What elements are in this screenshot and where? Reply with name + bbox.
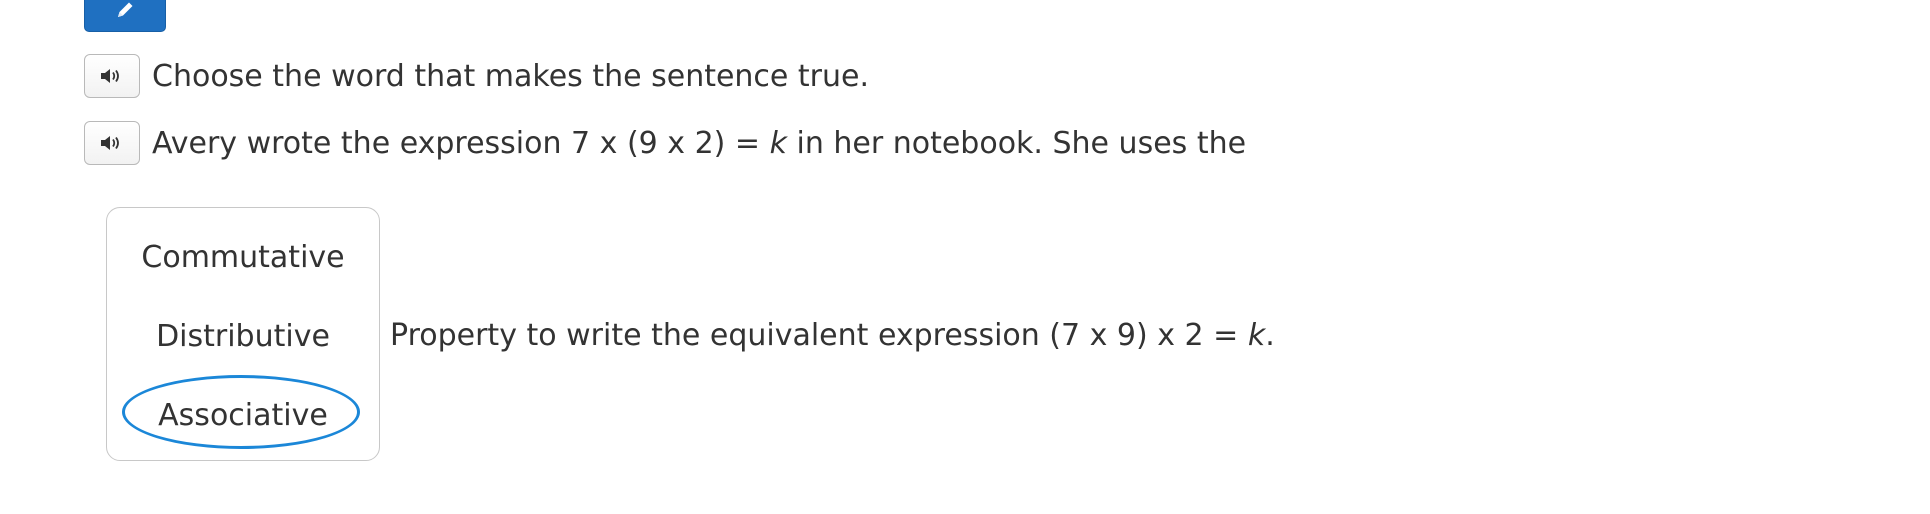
instruction-text: Choose the word that makes the sentence …: [152, 58, 870, 94]
sentence-start: Avery wrote the expression 7 x (9 x 2) =: [152, 125, 770, 161]
sentence-mid: in her notebook. She uses the: [786, 125, 1247, 161]
sentence-continuation: Property to write the equivalent express…: [390, 316, 1275, 356]
variable-k: k: [769, 125, 787, 161]
choice-associative[interactable]: Associative: [107, 396, 379, 436]
answer-choice-box: Commutative Distributive Associative: [106, 207, 380, 461]
sentence-line: Avery wrote the expression 7 x (9 x 2) =…: [84, 121, 1246, 165]
pencil-icon: [114, 0, 136, 21]
sentence-end-start: Property to write the equivalent express…: [390, 318, 1248, 353]
question-page: Choose the word that makes the sentence …: [0, 0, 1930, 514]
choice-commutative[interactable]: Commutative: [107, 238, 379, 278]
sentence-audio-button[interactable]: [84, 121, 140, 165]
speaker-icon: [99, 133, 125, 153]
sentence-text: Avery wrote the expression 7 x (9 x 2) =…: [152, 126, 1246, 161]
instruction-line: Choose the word that makes the sentence …: [84, 54, 869, 98]
variable-k: k: [1247, 318, 1266, 353]
sentence-end-punct: .: [1265, 318, 1275, 353]
instruction-audio-button[interactable]: [84, 54, 140, 98]
choice-distributive[interactable]: Distributive: [107, 317, 379, 357]
edit-button[interactable]: [84, 0, 166, 32]
speaker-icon: [99, 66, 125, 86]
